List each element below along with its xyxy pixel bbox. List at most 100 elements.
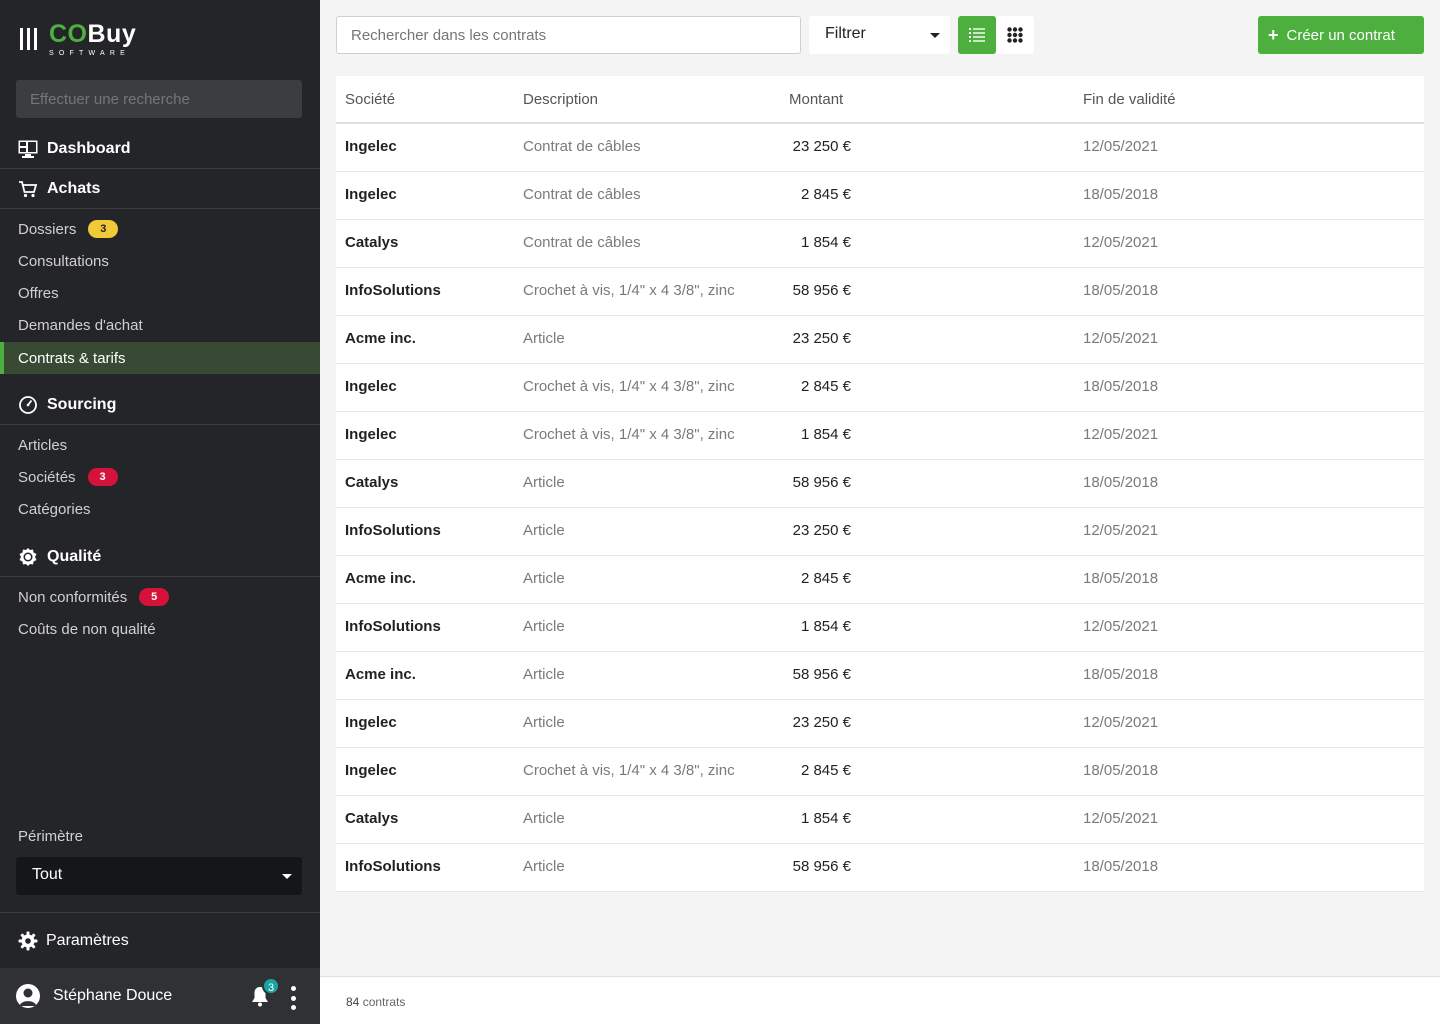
- table-row[interactable]: InfoSolutions Crochet à vis, 1/4" x 4 3/8…: [336, 268, 1424, 316]
- sidebar-search-input[interactable]: [16, 80, 302, 118]
- cell-montant: 2 845 €: [800, 570, 851, 587]
- nav-parametres[interactable]: Paramètres: [0, 912, 320, 968]
- nav-dashboard[interactable]: Dashboard: [0, 129, 320, 169]
- nav-sourcing[interactable]: Sourcing: [0, 385, 320, 425]
- cell-societe: Acme inc.: [345, 666, 416, 683]
- table-row[interactable]: Acme inc. Article 58 956 € 18/05/2018: [336, 652, 1424, 700]
- table-row[interactable]: InfoSolutions Article 58 956 € 18/05/2018: [336, 844, 1424, 892]
- compass-icon: [18, 395, 38, 415]
- avatar[interactable]: [16, 984, 40, 1008]
- brand-subtitle: SOFTWARE: [49, 50, 131, 57]
- nav-achats[interactable]: Achats: [0, 169, 320, 209]
- nav-qualite[interactable]: Qualité: [0, 537, 320, 577]
- perimetre-label: Périmètre: [18, 828, 84, 845]
- table-body: Ingelec Contrat de câbles 23 250 € 12/05/20…: [336, 124, 1424, 892]
- cell-description: Article: [523, 858, 565, 875]
- cell-description: Crochet à vis, 1/4" x 4 3/8", zinc: [523, 762, 735, 779]
- list-icon: [969, 28, 985, 42]
- cell-fin-validite: 18/05/2018: [1083, 186, 1159, 203]
- quality-seal-icon: [18, 547, 38, 567]
- sidebar-item-societes[interactable]: Sociétés 3: [0, 461, 320, 493]
- cell-fin-validite: 12/05/2021: [1083, 522, 1159, 539]
- column-header-description[interactable]: Description: [523, 91, 598, 108]
- cell-montant: 2 845 €: [800, 378, 851, 395]
- contracts-count-label: contrats: [362, 995, 406, 1009]
- cell-fin-validite: 18/05/2018: [1083, 570, 1159, 587]
- cell-description: Crochet à vis, 1/4" x 4 3/8", zinc: [523, 426, 735, 443]
- user-icon: [19, 988, 37, 1006]
- grid-icon: [1007, 27, 1023, 43]
- table-row[interactable]: Acme inc. Article 23 250 € 12/05/2021: [336, 316, 1424, 364]
- perimetre-value: Tout: [32, 866, 63, 883]
- sidebar-item-consultations[interactable]: Consultations: [0, 245, 320, 277]
- sidebar-item-label: Articles: [18, 436, 68, 454]
- sidebar-item-non-conformites[interactable]: Non conformités 5: [0, 581, 320, 613]
- cell-societe: Ingelec: [345, 714, 397, 731]
- sidebar-item-dossiers[interactable]: Dossiers 3: [0, 213, 320, 245]
- perimetre-select[interactable]: Tout: [16, 857, 302, 895]
- table-row[interactable]: Ingelec Crochet à vis, 1/4" x 4 3/8", zin…: [336, 364, 1424, 412]
- sidebar-item-offres[interactable]: Offres: [0, 277, 320, 309]
- sidebar-item-couts-non-qualite[interactable]: Coûts de non qualité: [0, 613, 320, 645]
- societes-count-badge: 3: [87, 468, 118, 486]
- table-row[interactable]: Ingelec Crochet à vis, 1/4" x 4 3/8", zin…: [336, 412, 1424, 460]
- column-header-societe[interactable]: Société: [345, 91, 395, 108]
- table-row[interactable]: Ingelec Contrat de câbles 23 250 € 12/05/20…: [336, 124, 1424, 172]
- cell-societe: Catalys: [345, 234, 399, 251]
- table-row[interactable]: Acme inc. Article 2 845 € 18/05/2018: [336, 556, 1424, 604]
- cell-montant: 23 250 €: [792, 522, 851, 539]
- sidebar-item-articles[interactable]: Articles: [0, 429, 320, 461]
- table-row[interactable]: Catalys Article 58 956 € 18/05/2018: [336, 460, 1424, 508]
- cell-montant: 1 854 €: [800, 234, 851, 251]
- sidebar-item-categories[interactable]: Catégories: [0, 493, 320, 525]
- create-contract-label: Créer un contrat: [1286, 26, 1395, 44]
- table-row[interactable]: Ingelec Contrat de câbles 2 845 € 18/05/201…: [336, 172, 1424, 220]
- cell-description: Article: [523, 618, 565, 635]
- sidebar-item-label: Contrats & tarifs: [18, 349, 126, 367]
- cell-fin-validite: 18/05/2018: [1083, 858, 1159, 875]
- sidebar-item-label: Dossiers: [18, 220, 77, 238]
- filter-select[interactable]: Filtrer: [809, 16, 950, 54]
- cell-fin-validite: 18/05/2018: [1083, 666, 1159, 683]
- cell-fin-validite: 18/05/2018: [1083, 474, 1159, 491]
- cell-societe: Acme inc.: [345, 330, 416, 347]
- cell-societe: InfoSolutions: [345, 282, 441, 299]
- table-row[interactable]: Ingelec Article 23 250 € 12/05/2021: [336, 700, 1424, 748]
- cell-fin-validite: 12/05/2021: [1083, 138, 1159, 155]
- contracts-search-input[interactable]: [336, 16, 801, 54]
- cell-description: Article: [523, 570, 565, 587]
- table-row[interactable]: InfoSolutions Article 1 854 € 12/05/2021: [336, 604, 1424, 652]
- cell-montant: 23 250 €: [792, 330, 851, 347]
- cell-montant: 58 956 €: [792, 474, 851, 491]
- cell-montant: 23 250 €: [792, 714, 851, 731]
- column-header-fin-validite[interactable]: Fin de validité: [1083, 91, 1176, 108]
- sidebar-item-label: Non conformités: [18, 588, 128, 606]
- list-view-button[interactable]: [958, 16, 996, 54]
- nav-sourcing-label: Sourcing: [47, 395, 117, 413]
- chevron-down-icon: [282, 874, 292, 879]
- brand-logo[interactable]: COBuy SOFTWARE: [20, 22, 136, 62]
- sidebar-item-demandes-achat[interactable]: Demandes d'achat: [0, 309, 320, 341]
- cell-montant: 1 854 €: [800, 426, 851, 443]
- dashboard-icon: [18, 139, 38, 159]
- grid-view-button[interactable]: [996, 16, 1034, 54]
- cell-fin-validite: 12/05/2021: [1083, 810, 1159, 827]
- table-row[interactable]: Catalys Contrat de câbles 1 854 € 12/05/202…: [336, 220, 1424, 268]
- cell-montant: 58 956 €: [792, 858, 851, 875]
- cell-montant: 58 956 €: [792, 666, 851, 683]
- cell-societe: InfoSolutions: [345, 522, 441, 539]
- create-contract-button[interactable]: + Créer un contrat: [1258, 16, 1424, 54]
- sidebar-item-label: Coûts de non qualité: [18, 620, 156, 638]
- table-row[interactable]: InfoSolutions Article 23 250 € 12/05/2021: [336, 508, 1424, 556]
- more-vertical-icon[interactable]: [291, 986, 297, 1010]
- column-header-montant[interactable]: Montant: [789, 91, 843, 108]
- cell-description: Article: [523, 522, 565, 539]
- table-row[interactable]: Ingelec Crochet à vis, 1/4" x 4 3/8", zin…: [336, 748, 1424, 796]
- cell-description: Article: [523, 810, 565, 827]
- cell-fin-validite: 18/05/2018: [1083, 282, 1159, 299]
- sidebar-item-label: Consultations: [18, 252, 109, 270]
- sidebar-item-contrats-tarifs[interactable]: Contrats & tarifs: [0, 342, 320, 374]
- non-conformites-count-badge: 5: [139, 588, 170, 606]
- table-row[interactable]: Catalys Article 1 854 € 12/05/2021: [336, 796, 1424, 844]
- cell-fin-validite: 12/05/2021: [1083, 330, 1159, 347]
